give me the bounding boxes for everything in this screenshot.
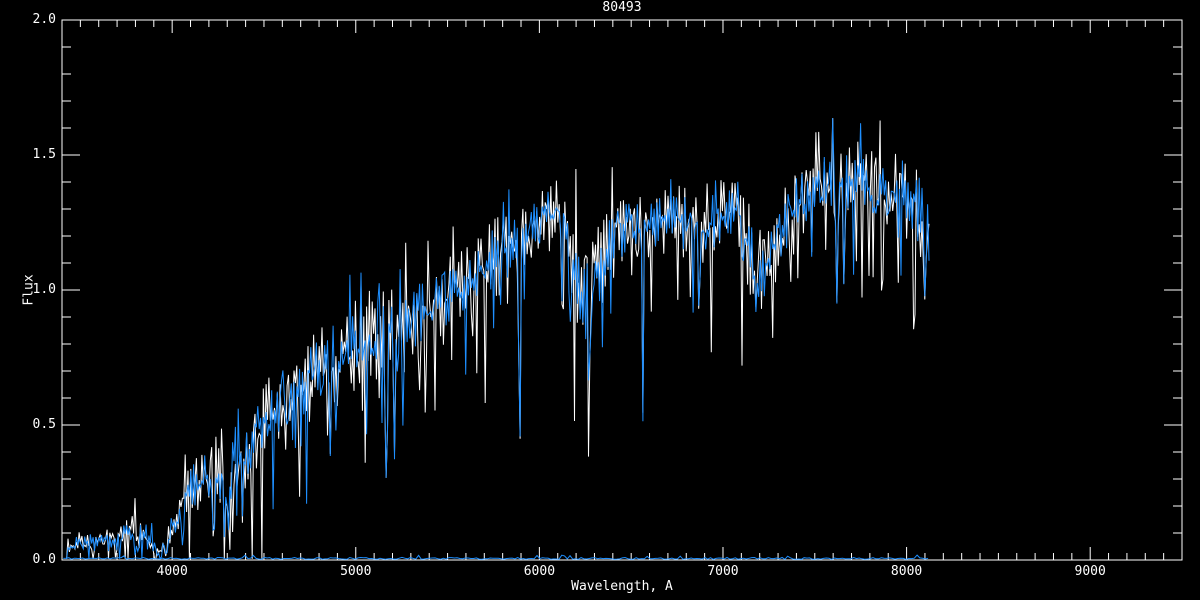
object-spectrum-trace bbox=[67, 118, 929, 559]
y-tick-label: 2.0 bbox=[16, 13, 56, 26]
error-spectrum-trace bbox=[63, 555, 928, 559]
x-tick-label: 5000 bbox=[326, 565, 386, 578]
x-tick-label: 9000 bbox=[1060, 565, 1120, 578]
axis-ticks bbox=[62, 20, 1182, 560]
y-tick-label: 0.5 bbox=[16, 418, 56, 431]
y-tick-label: 0.0 bbox=[16, 553, 56, 566]
y-tick-label: 1.5 bbox=[16, 148, 56, 161]
x-tick-label: 4000 bbox=[142, 565, 202, 578]
x-tick-label: 7000 bbox=[693, 565, 753, 578]
y-tick-label: 1.0 bbox=[16, 283, 56, 296]
x-axis-title: Wavelength, A bbox=[62, 580, 1182, 593]
plot-frame bbox=[62, 20, 1182, 560]
x-tick-label: 8000 bbox=[877, 565, 937, 578]
x-tick-label: 6000 bbox=[509, 565, 569, 578]
spectrum-chart: 80493 Wavelength, A Flux 0.00.51.01.52.0… bbox=[0, 0, 1200, 600]
chart-title: 80493 bbox=[62, 1, 1182, 14]
spectrum-plot-canvas bbox=[0, 0, 1200, 600]
